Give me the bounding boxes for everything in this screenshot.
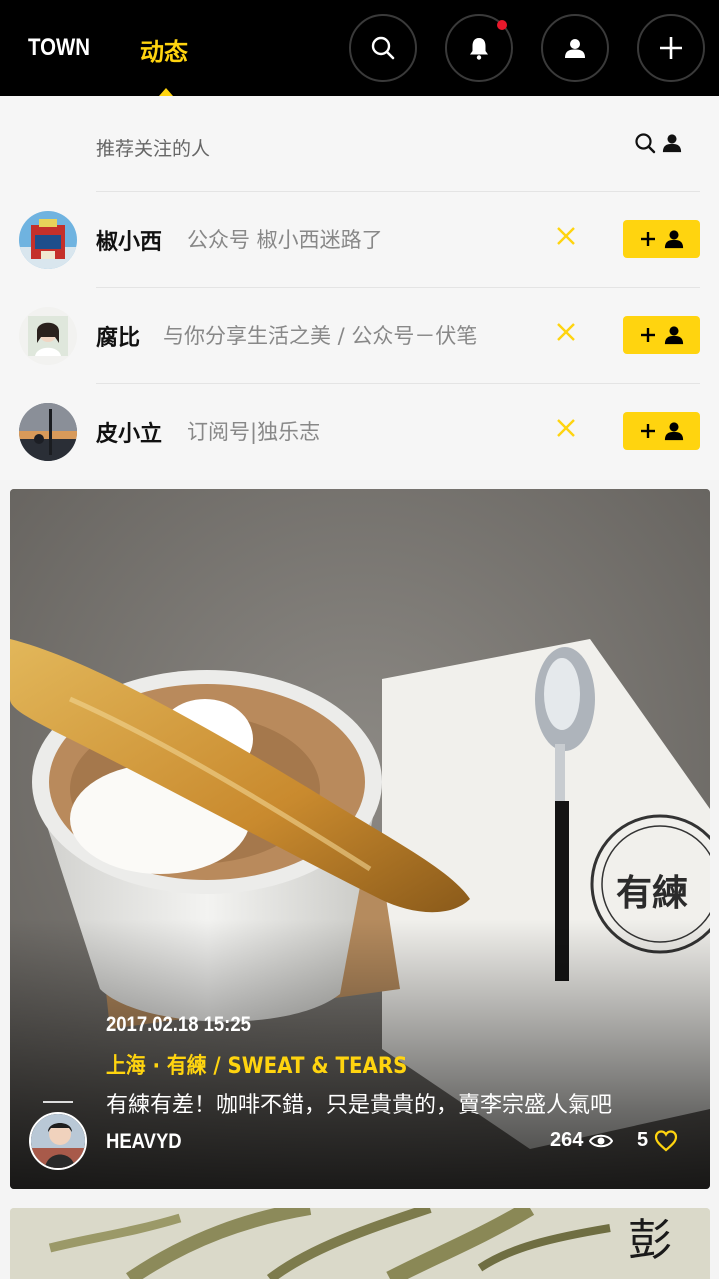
user-icon [664, 230, 683, 249]
suggested-people-panel: 推荐关注的人 椒小西 公众号 椒小西迷路了 腐比 与你分享生活之美 / 公众号－… [0, 96, 719, 480]
post-location[interactable]: 上海 · 有練 / SWEAT & TEARS [106, 1048, 407, 1080]
profile-button[interactable] [541, 14, 609, 82]
add-button[interactable] [637, 14, 705, 82]
search-icon [635, 133, 656, 154]
avatar[interactable] [29, 1112, 87, 1170]
follow-button[interactable] [623, 316, 700, 354]
suggest-title: 推荐关注的人 [96, 138, 211, 160]
user-icon [664, 326, 683, 345]
close-icon[interactable] [556, 322, 576, 342]
post-date: 2017.02.18 15:25 [106, 1013, 251, 1036]
views-stat: 264 [550, 1129, 614, 1152]
search-icon [371, 36, 395, 60]
plus-icon [640, 328, 655, 342]
divider [43, 1101, 73, 1103]
next-post-card[interactable]: 彭 [10, 1208, 710, 1279]
tab-dongtai[interactable]: 动态 [140, 32, 188, 67]
suggested-user-row: 皮小立 订阅号|独乐志 [0, 384, 719, 480]
user-description: 订阅号|独乐志 [187, 420, 321, 444]
post-text: 有練有差！咖啡不錯，只是貴貴的，賣李宗盛人氣吧 [106, 1093, 613, 1118]
user-description: 与你分享生活之美 / 公众号－伏笔 [163, 324, 478, 348]
like-button[interactable]: 5 [637, 1129, 678, 1152]
close-icon[interactable] [556, 418, 576, 438]
next-post-corner-text: 彭 [628, 1215, 672, 1266]
user-name[interactable]: 椒小西 [96, 224, 162, 256]
follow-button[interactable] [623, 220, 700, 258]
user-name[interactable]: 皮小立 [96, 416, 162, 448]
avatar[interactable] [19, 211, 77, 269]
notifications-button[interactable] [445, 14, 513, 82]
heart-icon [655, 1129, 678, 1151]
suggested-user-row: 腐比 与你分享生活之美 / 公众号－伏笔 [0, 288, 719, 384]
views-count: 264 [550, 1129, 584, 1151]
post-username[interactable]: HEAVYD [106, 1130, 182, 1154]
follow-button[interactable] [623, 412, 700, 450]
notification-dot [497, 20, 507, 30]
plus-icon [640, 424, 655, 438]
close-icon[interactable] [556, 226, 576, 246]
user-icon [664, 422, 683, 441]
suggested-user-row: 椒小西 公众号 椒小西迷路了 [0, 192, 719, 288]
plus-icon [660, 37, 682, 59]
user-name[interactable]: 腐比 [96, 320, 140, 352]
app-screen: TOWN 动态 推荐关注的人 椒小西 公众号 椒小西迷路了 腐比 与你分享生活之… [0, 0, 719, 1279]
find-people-button[interactable] [634, 132, 682, 154]
user-icon [565, 39, 585, 58]
user-description: 公众号 椒小西迷路了 [187, 228, 383, 252]
next-post-photo [10, 1208, 710, 1279]
active-tab-indicator [159, 88, 173, 96]
tab-town[interactable]: TOWN [28, 34, 90, 62]
likes-count: 5 [637, 1129, 649, 1151]
search-button[interactable] [349, 14, 417, 82]
post-card[interactable]: 有練 2017.02.18 15:25 上海 · 有練 / SWEAT & TE… [10, 489, 710, 1189]
bell-icon [470, 38, 488, 60]
avatar[interactable] [19, 403, 77, 461]
user-icon [662, 134, 682, 153]
top-bar: TOWN 动态 [0, 0, 719, 96]
avatar[interactable] [19, 307, 77, 365]
plus-icon [640, 232, 655, 246]
eye-icon [589, 1134, 614, 1147]
cafe-logo-text: 有練 [616, 872, 689, 914]
